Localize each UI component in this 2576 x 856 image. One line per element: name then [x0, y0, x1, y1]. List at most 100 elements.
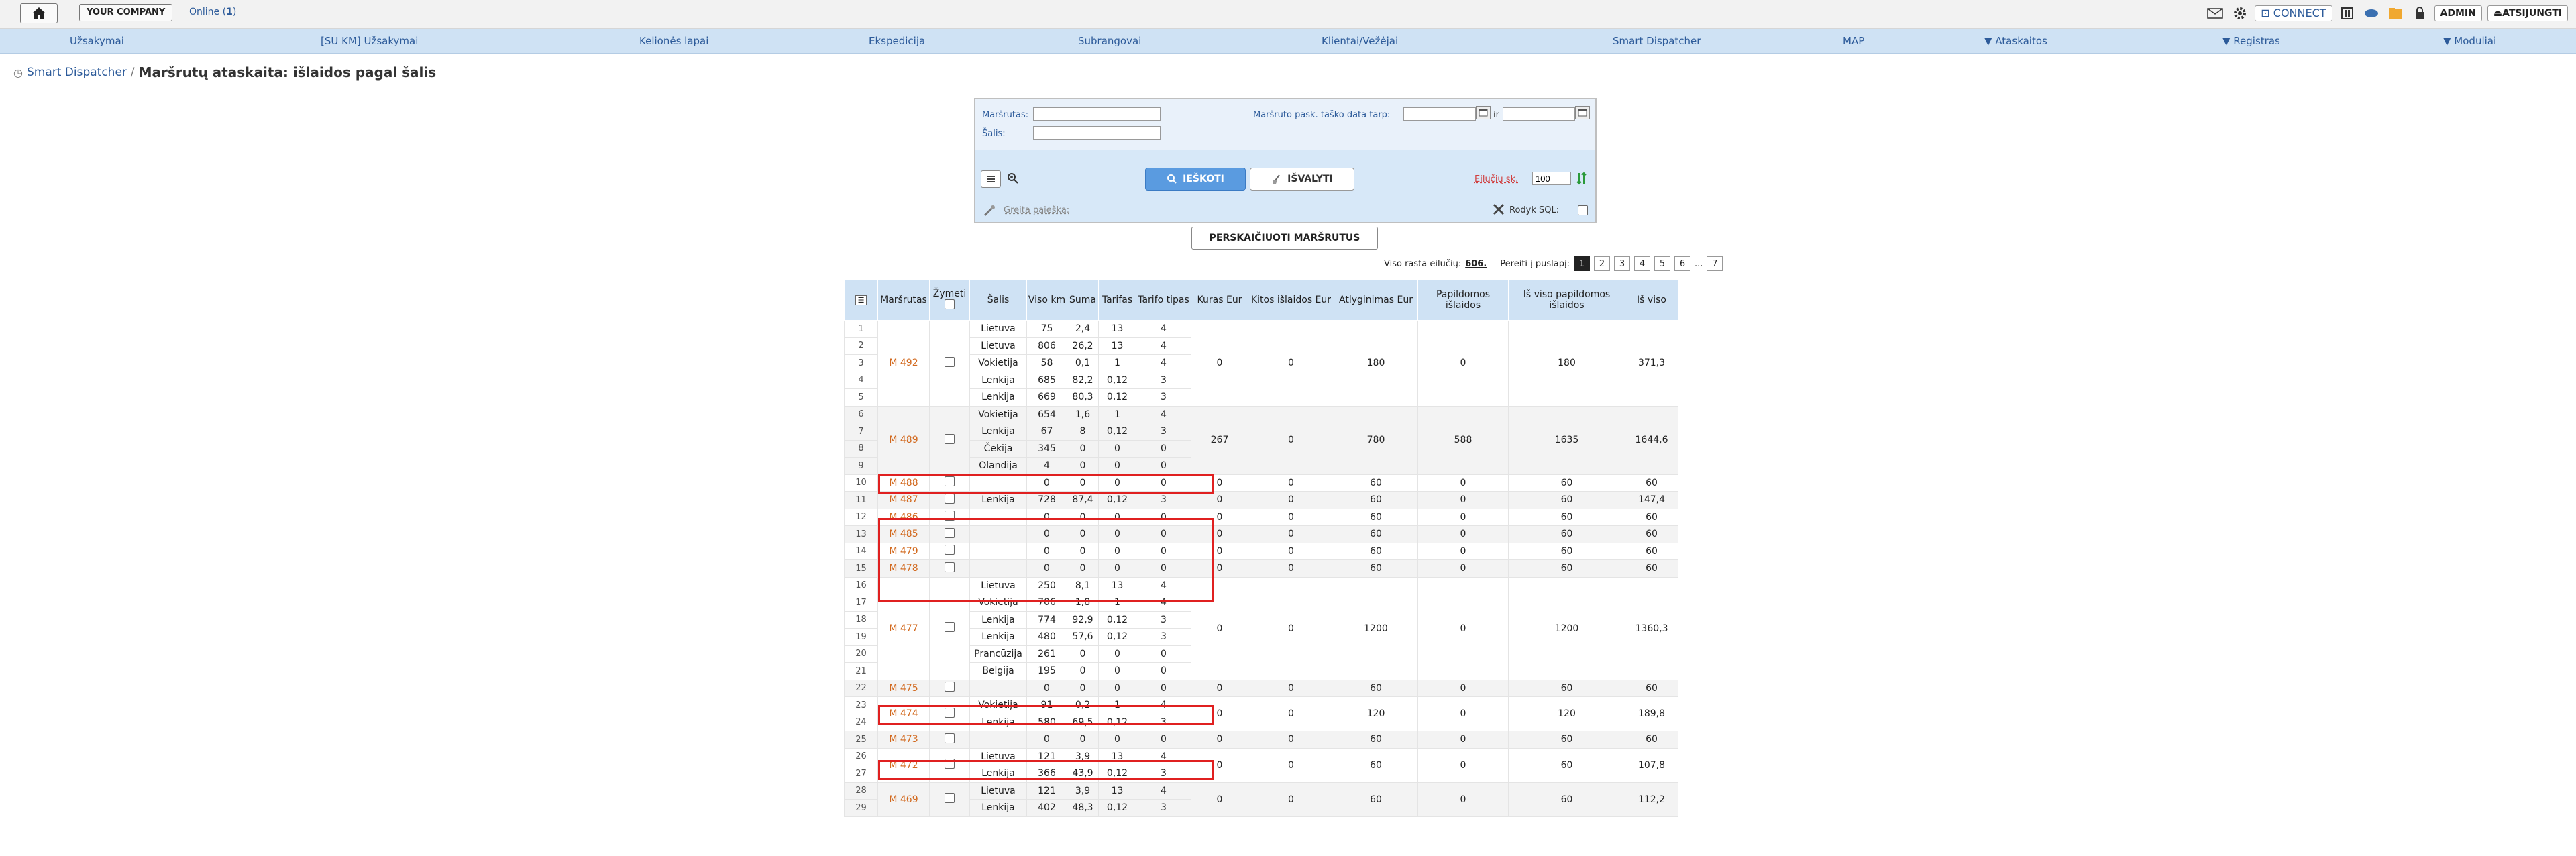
- nav-item-keliones-lapai[interactable]: Kelionės lapai: [639, 35, 708, 47]
- other-costs-cell: 0: [1248, 679, 1334, 697]
- header-route[interactable]: Maršrutas: [877, 279, 930, 321]
- extra-total-cell: 60: [1508, 559, 1625, 578]
- rows-count-input[interactable]: [1532, 172, 1571, 185]
- history-icon: ◷: [13, 66, 23, 79]
- admin-button[interactable]: ADMIN: [2434, 5, 2482, 21]
- country-cell: Vokietija: [969, 354, 1027, 372]
- header-tariff[interactable]: Tarifas: [1098, 279, 1136, 321]
- nav-item-su-km-uzsakymai[interactable]: [SU KM] Užsakymai: [321, 35, 418, 47]
- sql-checkbox[interactable]: [1578, 205, 1588, 215]
- gear-icon[interactable]: [2231, 5, 2249, 21]
- page-button-3[interactable]: 3: [1614, 256, 1630, 271]
- km-cell: 121: [1026, 782, 1067, 800]
- other-costs-cell: 0: [1248, 405, 1334, 475]
- page-button-1[interactable]: 1: [1574, 256, 1590, 271]
- header-total[interactable]: Iš viso: [1625, 279, 1678, 321]
- calendar-from-icon[interactable]: [1476, 106, 1491, 119]
- folder-icon[interactable]: [2386, 5, 2405, 21]
- route-link-cell[interactable]: M 475: [877, 679, 930, 697]
- row-number-cell: 27: [844, 765, 878, 783]
- lock-icon[interactable]: [2410, 5, 2429, 21]
- header-fuel[interactable]: Kuras Eur: [1191, 279, 1248, 321]
- mail-icon[interactable]: [2206, 5, 2225, 21]
- page-button-6[interactable]: 6: [1674, 256, 1690, 271]
- company-button[interactable]: YOUR COMPANY: [79, 4, 173, 21]
- country-cell: Olandija: [969, 457, 1027, 475]
- nav-item-ataskaitos[interactable]: ▼ Ataskaitos: [1984, 35, 2047, 47]
- other-costs-cell: 0: [1248, 525, 1334, 543]
- header-other-costs[interactable]: Kitos išlaidos Eur: [1248, 279, 1334, 321]
- sort-icon[interactable]: [1572, 170, 1591, 186]
- connect-button[interactable]: ⊡ CONNECT: [2255, 5, 2332, 21]
- select-all-checkbox[interactable]: [945, 299, 955, 309]
- calendar-to-icon[interactable]: [1575, 106, 1590, 119]
- column-menu-icon[interactable]: ☰: [855, 295, 867, 305]
- row-number-cell: 20: [844, 645, 878, 663]
- logout-button[interactable]: ⏏ATSIJUNGTI: [2487, 5, 2568, 21]
- search-button[interactable]: IEŠKOTI: [1145, 168, 1246, 191]
- nav-item-uzsakymai[interactable]: Užsakymai: [70, 35, 124, 47]
- country-input[interactable]: [1033, 126, 1161, 140]
- home-button[interactable]: [20, 3, 58, 23]
- columns-menu-icon[interactable]: [981, 170, 1001, 188]
- total-cell: 112,2: [1625, 782, 1678, 817]
- grid-icon[interactable]: [2338, 5, 2357, 21]
- header-salary[interactable]: Atlyginimas Eur: [1334, 279, 1418, 321]
- column-menu-header[interactable]: ☰: [844, 279, 878, 321]
- km-cell: 480: [1026, 628, 1067, 646]
- date-from-input[interactable]: [1403, 107, 1476, 121]
- row-checkbox[interactable]: [945, 493, 955, 504]
- nav-item-registras[interactable]: ▼ Registras: [2222, 35, 2280, 47]
- header-extra-costs[interactable]: Papildomos išlaidos: [1417, 279, 1509, 321]
- km-cell: 774: [1026, 610, 1067, 629]
- zoom-icon[interactable]: [1004, 170, 1022, 186]
- breadcrumb-link[interactable]: Smart Dispatcher: [27, 66, 127, 79]
- nav-item-ekspedicija[interactable]: Ekspedicija: [869, 35, 925, 47]
- page-button-5[interactable]: 5: [1654, 256, 1670, 271]
- nav-item-subrangovai[interactable]: Subrangovai: [1078, 35, 1141, 47]
- chat-icon[interactable]: [2362, 5, 2381, 21]
- row-checkbox[interactable]: [945, 433, 955, 444]
- row-number-cell: 25: [844, 731, 878, 749]
- page-button-2[interactable]: 2: [1594, 256, 1610, 271]
- online-users-link[interactable]: Online (1): [189, 7, 236, 17]
- row-checkbox[interactable]: [945, 356, 955, 367]
- header-tariff-type[interactable]: Tarifo tipas: [1136, 279, 1191, 321]
- route-link-cell[interactable]: M 469: [877, 782, 930, 817]
- nav-item-klientai-vezejai[interactable]: Klientai/Vežėjai: [1322, 35, 1398, 47]
- route-link-cell[interactable]: M 473: [877, 731, 930, 749]
- header-total-km[interactable]: Viso km: [1026, 279, 1067, 321]
- tariff-cell: 0,12: [1098, 610, 1136, 629]
- row-checkbox[interactable]: [945, 622, 955, 632]
- route-link-cell[interactable]: M 489: [877, 405, 930, 475]
- nav-item-smart-dispatcher[interactable]: Smart Dispatcher: [1613, 35, 1701, 47]
- highlight-box-m473: [878, 760, 1214, 780]
- route-input[interactable]: [1033, 107, 1161, 121]
- row-checkbox[interactable]: [945, 793, 955, 803]
- row-checkbox[interactable]: [945, 733, 955, 743]
- route-link-cell[interactable]: M 487: [877, 491, 930, 509]
- total-cell: 147,4: [1625, 491, 1678, 509]
- header-mark[interactable]: Žymeti: [929, 279, 970, 321]
- table-row: 22 M 475 0 0 0 0 0 0 60 0 60 60: [844, 679, 1678, 697]
- recalculate-routes-button[interactable]: PERSKAIČIUOTI MARŠRUTUS: [1191, 227, 1378, 250]
- header-country[interactable]: Šalis: [969, 279, 1027, 321]
- page-button-4[interactable]: 4: [1634, 256, 1650, 271]
- header-sum[interactable]: Suma: [1067, 279, 1099, 321]
- tariff-cell: 0,12: [1098, 423, 1136, 441]
- tariff-cell: 0: [1098, 439, 1136, 458]
- header-extra-total[interactable]: Iš viso papildomos išlaidos: [1508, 279, 1625, 321]
- date-to-input[interactable]: [1503, 107, 1575, 121]
- date-range-label: Maršruto pask. taško data tarp:: [1253, 110, 1391, 120]
- sum-cell: 0: [1067, 662, 1099, 680]
- clear-button[interactable]: IŠVALYTI: [1250, 168, 1354, 191]
- nav-item-moduliai[interactable]: ▼ Moduliai: [2443, 35, 2496, 47]
- nav-item-map[interactable]: MAP: [1843, 35, 1864, 47]
- tariff-type-cell: 0: [1136, 457, 1191, 475]
- page-ellipsis: ...: [1695, 258, 1703, 269]
- row-checkbox[interactable]: [945, 682, 955, 692]
- tariff-cell: 0: [1098, 645, 1136, 663]
- page-button-7[interactable]: 7: [1707, 256, 1723, 271]
- route-link-cell[interactable]: M 492: [877, 320, 930, 407]
- row-number-cell: 18: [844, 610, 878, 629]
